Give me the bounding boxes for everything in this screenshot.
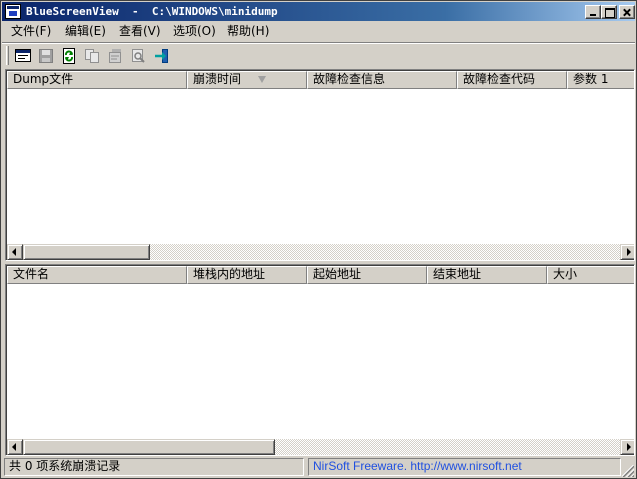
maximize-button[interactable] — [601, 5, 617, 19]
status-item-count: 共 0 项系统崩溃记录 — [4, 458, 304, 476]
exit-button[interactable] — [152, 47, 172, 65]
save-button[interactable] — [36, 47, 56, 65]
app-window: BlueScreenView - C:\WINDOWS\minidump 文件(… — [0, 0, 637, 479]
menu-edit[interactable]: 编辑(E) — [65, 24, 106, 39]
crash-list-horizontal-scrollbar[interactable] — [7, 244, 634, 260]
column-label: 文件名 — [13, 267, 50, 281]
column-label: Dump文件 — [13, 72, 74, 86]
scroll-left-button[interactable] — [7, 439, 23, 455]
refresh-button[interactable] — [59, 47, 79, 65]
menu-bar: 文件(F) 编辑(E) 查看(V) 选项(O) 帮助(H) — [2, 22, 635, 41]
scroll-right-button[interactable] — [620, 439, 634, 455]
driver-list-header: 文件名 堆栈内的地址 起始地址 结束地址 大小 — [7, 266, 634, 284]
scroll-left-button[interactable] — [7, 244, 23, 260]
menu-view[interactable]: 查看(V) — [119, 24, 161, 39]
menu-options[interactable]: 选项(O) — [173, 24, 216, 39]
column-to-address[interactable]: 结束地址 — [427, 266, 547, 284]
column-label: 故障检查信息 — [313, 72, 386, 86]
crash-list[interactable]: Dump文件 崩溃时间 故障检查信息 故障检查代码 参数 1 — [5, 69, 635, 261]
advanced-options-icon — [109, 49, 121, 63]
refresh-icon — [63, 48, 75, 64]
column-label: 崩溃时间 — [193, 72, 242, 86]
minimize-button[interactable] — [585, 5, 601, 19]
menu-help[interactable]: 帮助(H) — [227, 24, 269, 39]
find-icon — [132, 49, 145, 63]
column-label: 参数 1 — [573, 72, 609, 86]
toolbar-grip[interactable] — [6, 46, 9, 65]
status-bar: 共 0 项系统崩溃记录 NirSoft Freeware. http://www… — [2, 457, 635, 478]
column-label: 堆栈内的地址 — [193, 267, 266, 281]
column-label: 故障检查代码 — [463, 72, 536, 86]
column-bug-check-string[interactable]: 故障检查信息 — [307, 71, 457, 89]
scroll-thumb[interactable] — [23, 439, 275, 455]
sort-descending-icon — [258, 76, 266, 83]
toolbar — [2, 42, 635, 68]
advanced-options-button[interactable] — [105, 47, 125, 65]
close-button[interactable] — [619, 5, 635, 19]
column-dump-file[interactable]: Dump文件 — [7, 71, 187, 89]
app-icon[interactable] — [5, 4, 21, 19]
column-label: 大小 — [553, 267, 578, 281]
column-crash-time[interactable]: 崩溃时间 — [187, 71, 307, 89]
driver-list-horizontal-scrollbar[interactable] — [7, 439, 634, 455]
resize-grip-icon[interactable] — [622, 465, 634, 477]
find-button[interactable] — [128, 47, 148, 65]
window-title: BlueScreenView - C:\WINDOWS\minidump — [26, 5, 278, 18]
column-label: 结束地址 — [433, 267, 482, 281]
copy-button[interactable] — [82, 47, 102, 65]
column-from-address[interactable]: 起始地址 — [307, 266, 427, 284]
scroll-right-button[interactable] — [620, 244, 634, 260]
column-bug-check-code[interactable]: 故障检查代码 — [457, 71, 567, 89]
column-address-in-stack[interactable]: 堆栈内的地址 — [187, 266, 307, 284]
column-filename[interactable]: 文件名 — [7, 266, 187, 284]
properties-button[interactable] — [13, 47, 33, 65]
menu-file[interactable]: 文件(F) — [11, 24, 51, 39]
crash-list-header: Dump文件 崩溃时间 故障检查信息 故障检查代码 参数 1 — [7, 71, 634, 89]
column-parameter-1[interactable]: 参数 1 — [567, 71, 634, 89]
copy-icon — [85, 49, 99, 63]
column-size[interactable]: 大小 — [547, 266, 634, 284]
properties-icon — [15, 49, 31, 62]
title-bar[interactable]: BlueScreenView - C:\WINDOWS\minidump — [2, 2, 635, 21]
exit-icon — [155, 49, 168, 63]
driver-list[interactable]: 文件名 堆栈内的地址 起始地址 结束地址 大小 — [5, 264, 635, 456]
scroll-thumb[interactable] — [23, 244, 150, 260]
save-icon — [39, 49, 53, 63]
nirsoft-link[interactable]: NirSoft Freeware. http://www.nirsoft.net — [308, 458, 621, 476]
column-label: 起始地址 — [313, 267, 362, 281]
